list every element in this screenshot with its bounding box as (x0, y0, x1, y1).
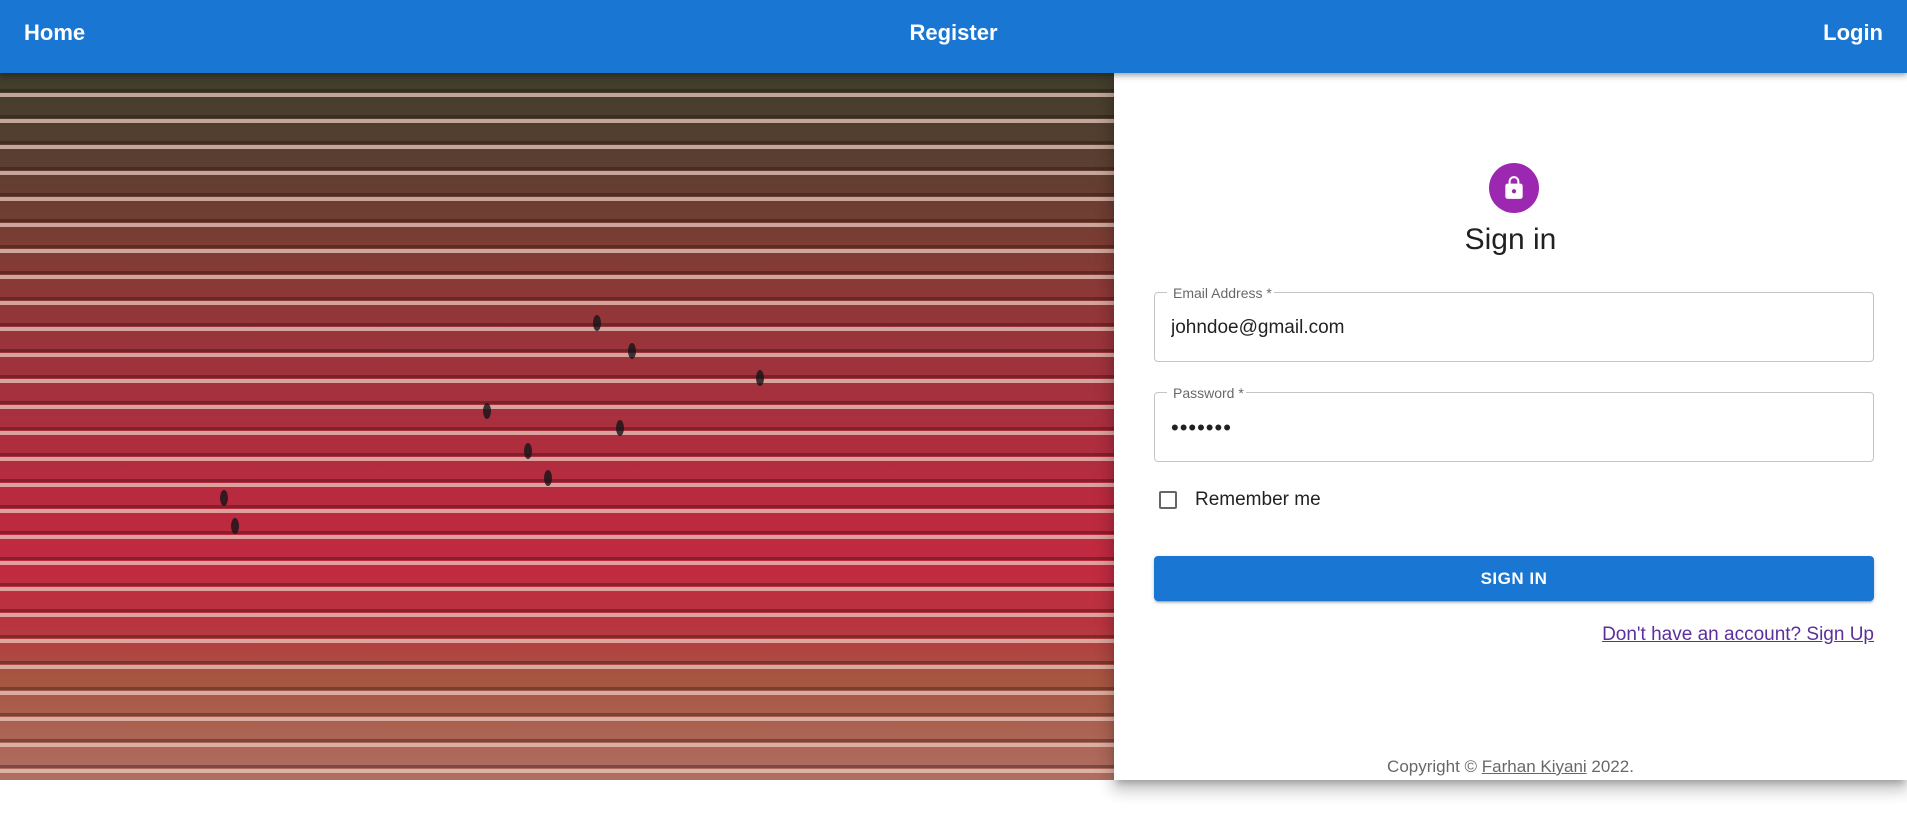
copyright-suffix: 2022. (1586, 757, 1634, 776)
field-row-shadow (0, 323, 1114, 326)
field-row-path (0, 639, 1114, 643)
field-row-path (0, 561, 1114, 565)
sign-up-link[interactable]: Don't have an account? Sign Up (1602, 624, 1874, 646)
field-row-path (0, 457, 1114, 461)
email-input[interactable] (1154, 293, 1874, 362)
tulip-field-rows (0, 89, 1114, 773)
field-row-shadow (0, 531, 1114, 534)
field-row-path (0, 327, 1114, 331)
app-bar: Home Register Login (0, 0, 1907, 73)
field-row-path (0, 223, 1114, 227)
password-input[interactable] (1154, 393, 1874, 462)
field-worker (483, 403, 491, 419)
field-row-path (0, 197, 1114, 201)
lock-icon (1505, 176, 1523, 199)
page-title: Sign in (1464, 223, 1557, 256)
field-row-shadow (0, 219, 1114, 222)
field-worker (220, 490, 228, 506)
field-row-shadow (0, 297, 1114, 300)
field-row-shadow (0, 609, 1114, 612)
field-row-path (0, 275, 1114, 279)
field-row-path (0, 509, 1114, 513)
remember-me-control[interactable]: Remember me (1154, 485, 1321, 515)
remember-me-checkbox[interactable] (1159, 491, 1177, 509)
password-field: Password * Password * (1154, 384, 1874, 462)
field-row-shadow (0, 505, 1114, 508)
field-row-path (0, 665, 1114, 669)
field-row-path (0, 249, 1114, 253)
nav-home-link[interactable]: Home (24, 20, 85, 46)
field-worker (616, 420, 624, 436)
field-row-path (0, 483, 1114, 487)
signin-panel: Sign in Email Address * Email Address * … (1114, 73, 1907, 780)
field-row-path (0, 717, 1114, 721)
field-row-shadow (0, 245, 1114, 248)
field-row-path (0, 691, 1114, 695)
field-row-path (0, 171, 1114, 175)
field-row-path (0, 353, 1114, 357)
field-row-shadow (0, 115, 1114, 118)
remember-me-label: Remember me (1195, 489, 1321, 510)
field-row-shadow (0, 271, 1114, 274)
field-row-shadow (0, 713, 1114, 716)
field-row-path (0, 613, 1114, 617)
field-row-shadow (0, 635, 1114, 638)
field-worker (231, 518, 239, 534)
field-row-shadow (0, 739, 1114, 742)
field-row-shadow (0, 583, 1114, 586)
field-row-path (0, 535, 1114, 539)
field-row-shadow (0, 661, 1114, 664)
field-row-shadow (0, 375, 1114, 378)
email-field: Email Address * Email Address * (1154, 284, 1874, 362)
author-link[interactable]: Farhan Kiyani (1482, 757, 1587, 776)
field-row-shadow (0, 765, 1114, 768)
nav-register-container: Register (0, 20, 1907, 46)
field-row-shadow (0, 141, 1114, 144)
field-row-path (0, 431, 1114, 435)
field-row-shadow (0, 349, 1114, 352)
lock-avatar (1489, 163, 1539, 213)
hero-image (0, 73, 1114, 780)
field-row-path (0, 379, 1114, 383)
field-row-path (0, 769, 1114, 773)
field-row-path (0, 743, 1114, 747)
field-row-shadow (0, 401, 1114, 404)
copyright-prefix: Copyright © (1387, 757, 1482, 776)
nav-login-link[interactable]: Login (1823, 20, 1883, 46)
field-worker (756, 370, 764, 386)
field-row-shadow (0, 479, 1114, 482)
copyright-footer: Copyright © Farhan Kiyani 2022. (1114, 757, 1907, 777)
field-row-path (0, 93, 1114, 97)
field-worker (628, 343, 636, 359)
field-worker (544, 470, 552, 486)
nav-register-link[interactable]: Register (909, 20, 997, 45)
field-row-path (0, 587, 1114, 591)
field-row-shadow (0, 687, 1114, 690)
field-row-shadow (0, 167, 1114, 170)
field-worker (524, 443, 532, 459)
field-row-path (0, 119, 1114, 123)
field-row-shadow (0, 557, 1114, 560)
field-row-shadow (0, 427, 1114, 430)
field-row-path (0, 301, 1114, 305)
field-row-path (0, 145, 1114, 149)
field-row-shadow (0, 193, 1114, 196)
field-row-path (0, 405, 1114, 409)
sign-in-button[interactable]: SIGN IN (1154, 556, 1874, 601)
field-row-shadow (0, 89, 1114, 92)
field-worker (593, 315, 601, 331)
field-row-shadow (0, 453, 1114, 456)
